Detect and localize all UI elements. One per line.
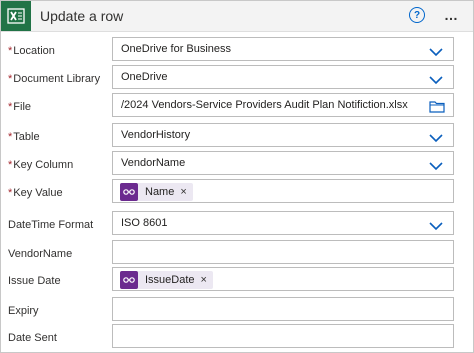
field-row-issue-date: Issue Date IssueDate × (1, 267, 473, 295)
datetime-format-dropdown[interactable]: ISO 8601 (112, 211, 454, 235)
field-row-date-sent: Date Sent (1, 324, 473, 352)
field-row-datetime-format: DateTime Format ISO 8601 (1, 211, 473, 239)
key-column-dropdown[interactable]: VendorName (112, 151, 454, 175)
required-marker: * (8, 131, 13, 143)
issue-date-label: Issue Date (8, 275, 61, 287)
required-marker: * (8, 159, 13, 171)
vendorname-label: VendorName (8, 248, 73, 260)
chevron-down-icon[interactable] (429, 218, 443, 236)
date-sent-label: Date Sent (8, 332, 57, 344)
location-value: OneDrive for Business (121, 43, 232, 55)
table-label: *Table (8, 131, 40, 143)
chevron-down-icon[interactable] (429, 44, 443, 62)
issue-date-token[interactable]: IssueDate × (120, 271, 213, 289)
table-dropdown[interactable]: VendorHistory (112, 123, 454, 147)
action-card: Update a row ? … *Location OneDrive for B… (0, 0, 474, 353)
key-column-label: *Key Column (8, 159, 74, 171)
datetime-format-label: DateTime Format (8, 219, 94, 231)
field-row-table: *Table VendorHistory (1, 123, 473, 151)
field-row-key-column: *Key Column VendorName (1, 151, 473, 179)
field-row-vendorname: VendorName (1, 240, 473, 268)
card-header[interactable]: Update a row ? … (1, 1, 473, 32)
key-column-value: VendorName (121, 157, 186, 169)
folder-icon[interactable] (429, 99, 445, 118)
required-marker: * (8, 73, 13, 85)
issue-date-field[interactable]: IssueDate × (112, 267, 454, 291)
dynamic-content-icon (120, 271, 138, 289)
file-value: /2024 Vendors-Service Providers Audit Pl… (121, 99, 408, 111)
date-sent-field[interactable] (112, 324, 454, 348)
field-row-location: *Location OneDrive for Business (1, 37, 473, 65)
field-row-expiry: Expiry (1, 297, 473, 325)
file-field[interactable]: /2024 Vendors-Service Providers Audit Pl… (112, 93, 454, 117)
required-marker: * (8, 45, 13, 57)
dynamic-content-icon (120, 183, 138, 201)
key-value-field[interactable]: Name × (112, 179, 454, 203)
table-value: VendorHistory (121, 129, 191, 141)
remove-token-icon[interactable]: × (201, 274, 207, 286)
field-row-key-value: *Key Value Name × (1, 179, 473, 207)
chevron-down-icon[interactable] (429, 130, 443, 148)
field-row-file: *File/2024 Vendors-Service Providers Aud… (1, 93, 473, 121)
required-marker: * (8, 101, 13, 113)
document-library-value: OneDrive (121, 71, 168, 83)
more-options-icon[interactable]: … (444, 7, 459, 23)
location-dropdown[interactable]: OneDrive for Business (112, 37, 454, 61)
location-label: *Location (8, 45, 55, 57)
card-title: Update a row (40, 8, 124, 24)
remove-token-icon[interactable]: × (180, 186, 186, 198)
datetime-format-value: ISO 8601 (121, 217, 168, 229)
field-row-document-library: *Document Library OneDrive (1, 65, 473, 93)
excel-icon (1, 1, 31, 31)
key-value-label: *Key Value (8, 187, 63, 199)
required-marker: * (8, 187, 13, 199)
document-library-dropdown[interactable]: OneDrive (112, 65, 454, 89)
expiry-field[interactable] (112, 297, 454, 321)
expiry-label: Expiry (8, 305, 39, 317)
chevron-down-icon[interactable] (429, 72, 443, 90)
help-icon[interactable]: ? (409, 7, 425, 23)
key-value-token[interactable]: Name × (120, 183, 193, 201)
vendorname-field[interactable] (112, 240, 454, 264)
document-library-label: *Document Library (8, 73, 101, 85)
chevron-down-icon[interactable] (429, 158, 443, 176)
file-label: *File (8, 101, 32, 113)
